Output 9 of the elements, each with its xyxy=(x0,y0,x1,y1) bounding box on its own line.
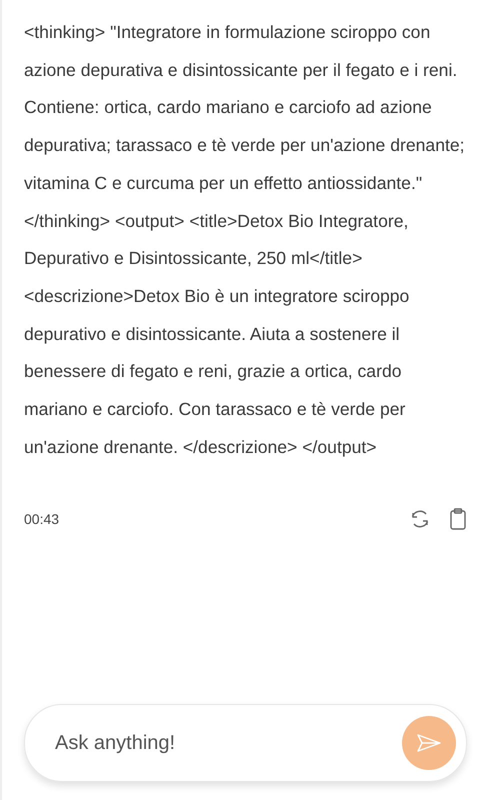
refresh-icon xyxy=(409,508,431,530)
copy-button[interactable] xyxy=(449,508,467,530)
send-icon xyxy=(416,733,442,753)
regenerate-button[interactable] xyxy=(409,508,431,530)
message-field[interactable]: Ask anything! xyxy=(24,704,467,782)
message-text: <thinking> "Integratore in formulazione sciroppo con azione depurativa e disintossicante per il fegato e i reni. Contiene: ortica, cardo mariano e carciofo ad azione depurativa; tarassaco e tè verde per un'azione drenante; vitamina C e curcuma per un effetto antiossidante." </thinking> <output> <title>Detox Bio Integratore, Depurativo e Disintossicante, 250 ml</title> <descrizione>Detox Bio è un integratore sciroppo depurativo e disintossicante. Aiuta a sostenere il benessere di fegato e reni, grazie a ortica, cardo mariano e carciofo. Con tarassaco e tè verde per un'azione drenante. </descrizione> </output> xyxy=(24,21,466,459)
message-time: 00:43 xyxy=(24,511,60,528)
clipboard-icon xyxy=(449,508,467,530)
message-input[interactable]: Ask anything! xyxy=(53,730,402,756)
